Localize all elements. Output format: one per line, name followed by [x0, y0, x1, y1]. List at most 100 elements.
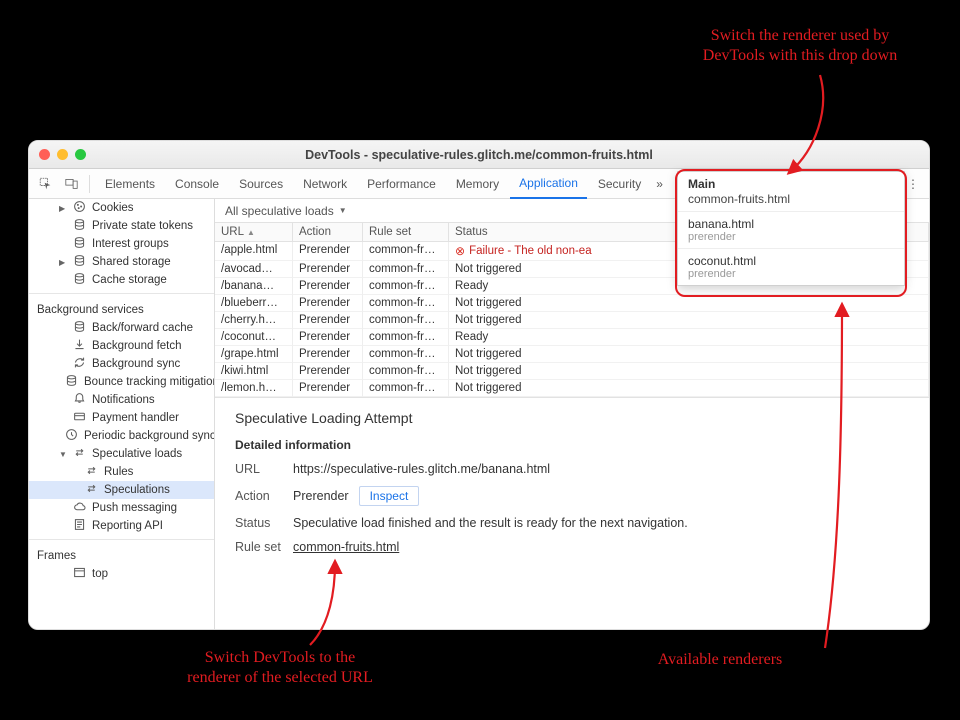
sidebar-item[interactable]: Background sync: [29, 355, 214, 373]
table-cell[interactable]: Not triggered: [449, 380, 929, 397]
db-icon: [73, 320, 86, 336]
sidebar-item-label: Shared storage: [92, 256, 171, 268]
table-cell[interactable]: Prerender: [293, 329, 363, 346]
more-tabs-button[interactable]: »: [652, 169, 667, 198]
table-cell[interactable]: Not triggered: [449, 346, 929, 363]
table-cell[interactable]: common-fr…: [363, 380, 449, 397]
table-cell[interactable]: Prerender: [293, 312, 363, 329]
sidebar-item-label: Bounce tracking mitigations: [84, 376, 215, 388]
table-cell[interactable]: Prerender: [293, 346, 363, 363]
sidebar-item[interactable]: Reporting API: [29, 517, 214, 535]
sidebar-item[interactable]: Private state tokens: [29, 217, 214, 235]
sidebar-item[interactable]: Speculations: [29, 481, 214, 499]
report-icon: [73, 518, 86, 534]
detail-subheading: Detailed information: [235, 438, 909, 452]
table-cell[interactable]: Prerender: [293, 242, 363, 261]
renderer-option-coconut[interactable]: coconut.html prerender: [678, 249, 904, 285]
column-header[interactable]: URL▲: [215, 223, 293, 242]
sidebar-item[interactable]: ▼Speculative loads: [29, 445, 214, 463]
detail-action-value: Prerender: [293, 489, 349, 503]
sidebar-item[interactable]: Interest groups: [29, 235, 214, 253]
swap-icon: [73, 446, 86, 462]
detail-ruleset-key: Rule set: [235, 540, 293, 554]
tab-console[interactable]: Console: [166, 169, 228, 198]
annotation-bottom-right: Available renderers: [620, 650, 820, 670]
detail-status-key: Status: [235, 516, 293, 530]
cookie-icon: [73, 200, 86, 216]
table-cell[interactable]: /cherry.h…: [215, 312, 293, 329]
renderer-option-title: Main: [688, 177, 894, 191]
inspect-element-icon[interactable]: [33, 172, 57, 196]
table-cell[interactable]: common-fr…: [363, 329, 449, 346]
annotation-bottom-left: Switch DevTools to therenderer of the se…: [160, 648, 400, 688]
table-cell[interactable]: /coconut…: [215, 329, 293, 346]
column-header[interactable]: Action: [293, 223, 363, 242]
sidebar-section-bg: Background services: [29, 298, 214, 319]
sidebar-item[interactable]: Rules: [29, 463, 214, 481]
table-cell[interactable]: common-fr…: [363, 312, 449, 329]
detail-pane: Speculative Loading Attempt Detailed inf…: [215, 398, 929, 629]
table-cell[interactable]: common-fr…: [363, 278, 449, 295]
table-cell[interactable]: /lemon.h…: [215, 380, 293, 397]
table-cell[interactable]: Not triggered: [449, 295, 929, 312]
table-cell[interactable]: common-fr…: [363, 346, 449, 363]
sidebar-item[interactable]: Background fetch: [29, 337, 214, 355]
sidebar-item-label: Private state tokens: [92, 220, 193, 232]
detail-ruleset-link[interactable]: common-fruits.html: [293, 540, 399, 554]
table-cell[interactable]: common-fr…: [363, 261, 449, 278]
db-icon: [73, 272, 86, 288]
sidebar-item-label: Interest groups: [92, 238, 169, 250]
table-cell[interactable]: common-fr…: [363, 363, 449, 380]
renderer-option-title: coconut.html: [688, 254, 894, 268]
tab-elements[interactable]: Elements: [96, 169, 164, 198]
table-cell[interactable]: Prerender: [293, 295, 363, 312]
table-cell[interactable]: /blueberr…: [215, 295, 293, 312]
table-cell[interactable]: Ready: [449, 329, 929, 346]
table-cell[interactable]: Prerender: [293, 278, 363, 295]
sidebar-item[interactable]: Bounce tracking mitigations: [29, 373, 214, 391]
sidebar-item[interactable]: Periodic background sync: [29, 427, 214, 445]
sidebar-item[interactable]: Notifications: [29, 391, 214, 409]
tab-security[interactable]: Security: [589, 169, 650, 198]
download-icon: [73, 338, 86, 354]
sidebar-item[interactable]: Back/forward cache: [29, 319, 214, 337]
table-cell[interactable]: /avocad…: [215, 261, 293, 278]
table-cell[interactable]: /apple.html: [215, 242, 293, 261]
tab-sources[interactable]: Sources: [230, 169, 292, 198]
renderer-option-banana[interactable]: banana.html prerender: [678, 212, 904, 249]
table-cell[interactable]: common-fr…: [363, 242, 449, 261]
table-cell[interactable]: Prerender: [293, 261, 363, 278]
inspect-button[interactable]: Inspect: [359, 486, 420, 506]
tab-network[interactable]: Network: [294, 169, 356, 198]
sidebar-item-label: top: [92, 568, 108, 580]
sidebar-item-label: Rules: [104, 466, 133, 478]
sidebar-item[interactable]: ▶Cookies: [29, 199, 214, 217]
card-icon: [73, 410, 86, 426]
table-cell[interactable]: common-fr…: [363, 295, 449, 312]
swap-icon: [85, 482, 98, 498]
tab-application[interactable]: Application: [510, 170, 587, 199]
sidebar-item-label: Speculations: [104, 484, 170, 496]
renderer-option-main[interactable]: Main common-fruits.html: [678, 172, 904, 212]
sidebar-item[interactable]: ▶Shared storage: [29, 253, 214, 271]
table-cell[interactable]: /banana…: [215, 278, 293, 295]
tab-performance[interactable]: Performance: [358, 169, 445, 198]
devtools-window: DevTools - speculative-rules.glitch.me/c…: [28, 140, 930, 630]
column-header[interactable]: Rule set: [363, 223, 449, 242]
table-cell[interactable]: Prerender: [293, 363, 363, 380]
table-cell[interactable]: /grape.html: [215, 346, 293, 363]
table-cell[interactable]: /kiwi.html: [215, 363, 293, 380]
sidebar-item[interactable]: Payment handler: [29, 409, 214, 427]
sidebar-item[interactable]: Cache storage: [29, 271, 214, 289]
sidebar-item[interactable]: Push messaging: [29, 499, 214, 517]
sidebar-item-label: Periodic background sync: [84, 430, 215, 442]
tab-memory[interactable]: Memory: [447, 169, 508, 198]
sidebar-item[interactable]: top: [29, 565, 214, 583]
detail-heading: Speculative Loading Attempt: [235, 410, 909, 426]
table-cell[interactable]: Prerender: [293, 380, 363, 397]
renderer-option-sub: prerender: [688, 231, 894, 243]
table-cell[interactable]: Not triggered: [449, 312, 929, 329]
table-cell[interactable]: Not triggered: [449, 363, 929, 380]
filter-label: All speculative loads: [225, 204, 334, 218]
device-toolbar-icon[interactable]: [59, 172, 83, 196]
